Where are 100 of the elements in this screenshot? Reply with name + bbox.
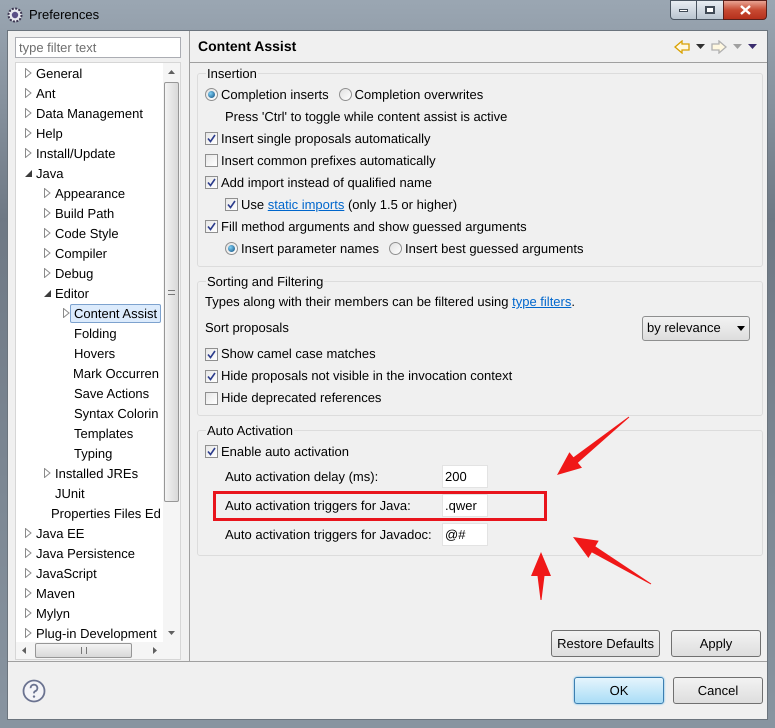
minimize-button[interactable] [670, 0, 697, 20]
checkbox[interactable] [205, 445, 218, 458]
cancel-button[interactable]: Cancel [673, 677, 763, 704]
radio-button[interactable] [338, 88, 352, 101]
expand-icon[interactable] [25, 608, 32, 618]
field-label: Auto activation delay (ms): [225, 468, 380, 486]
info-text: Types along with their members can be filtered using type filters. [205, 293, 575, 312]
maximize-button[interactable] [697, 0, 723, 20]
annotation-arrow [531, 552, 551, 600]
scroll-up-icon[interactable] [168, 70, 175, 74]
scrollbar[interactable] [16, 642, 180, 659]
expand-icon[interactable] [25, 68, 32, 78]
input-field[interactable]: 200 [442, 465, 488, 488]
checkbox-label: Hide deprecated references [221, 389, 382, 408]
expand-icon[interactable] [44, 228, 51, 238]
radio-label: Completion inserts [221, 86, 329, 104]
expand-icon[interactable] [44, 268, 51, 278]
expand-icon[interactable] [25, 148, 32, 158]
help-icon[interactable] [22, 678, 46, 702]
tree-item[interactable]: Debug [51, 264, 98, 282]
expand-icon[interactable] [25, 568, 32, 578]
tree-item[interactable]: Syntax Colorin [70, 404, 163, 422]
caret-icon[interactable] [696, 44, 705, 49]
radio-label: Insert parameter names [241, 240, 380, 258]
link[interactable]: type filters [512, 294, 572, 310]
radio-button[interactable] [225, 242, 238, 255]
tree-item[interactable]: Java [32, 164, 68, 182]
forward-icon[interactable] [711, 40, 727, 54]
checkbox[interactable] [205, 154, 218, 167]
page-title: Content Assist [198, 37, 296, 56]
expand-icon[interactable] [25, 588, 32, 598]
scroll-right-icon[interactable] [153, 647, 157, 654]
tree-item[interactable]: Mark Occurren [69, 364, 163, 382]
tree-item[interactable]: Templates [70, 424, 138, 442]
scrollbar[interactable] [163, 63, 180, 642]
tree-item[interactable]: Java EE [32, 524, 88, 542]
menu-icon[interactable] [748, 44, 757, 49]
expand-icon[interactable] [25, 88, 32, 98]
tree-item[interactable]: Save Actions [70, 384, 154, 402]
tree-item[interactable]: Mylyn [32, 604, 74, 622]
expand-icon[interactable] [25, 548, 32, 558]
radio-button[interactable] [389, 242, 402, 255]
tree-item[interactable]: Folding [70, 324, 121, 342]
checkbox[interactable] [205, 348, 218, 360]
tree-item[interactable]: Typing [70, 444, 116, 462]
expand-icon[interactable] [25, 628, 32, 638]
tree-item[interactable]: Appearance [51, 184, 130, 202]
tree-item[interactable]: Properties Files Ed [47, 504, 163, 522]
collapse-icon[interactable] [25, 170, 32, 176]
apply-button[interactable]: Apply [671, 630, 761, 657]
expand-icon[interactable] [44, 248, 51, 258]
checkbox[interactable] [205, 220, 218, 233]
radio-button[interactable] [205, 88, 218, 101]
checkbox[interactable] [205, 176, 218, 189]
tree-item[interactable]: Build Path [51, 204, 118, 222]
field-label: Auto activation triggers for Java: [225, 496, 412, 515]
expand-icon[interactable] [25, 528, 32, 538]
tree-item[interactable]: Hovers [70, 344, 120, 362]
tree-item[interactable]: Editor [51, 284, 93, 302]
checkbox[interactable] [205, 392, 218, 404]
expand-icon[interactable] [44, 468, 51, 478]
expand-icon[interactable] [25, 108, 32, 118]
tree-item[interactable]: General [32, 64, 86, 82]
tree-item[interactable]: Installed JREs [51, 464, 142, 482]
expand-icon[interactable] [25, 128, 32, 138]
scroll-left-icon[interactable] [22, 647, 26, 654]
checkbox-label: Show camel case matches [221, 345, 376, 364]
hint-text: Press 'Ctrl' to toggle while content assist is active [225, 108, 508, 126]
tree-item[interactable]: JavaScript [32, 564, 101, 582]
close-button[interactable] [723, 0, 767, 20]
collapse-icon[interactable] [44, 290, 51, 296]
checkbox[interactable] [225, 198, 238, 211]
ok-button[interactable]: OK [574, 677, 664, 704]
sort-dropdown[interactable]: by relevance [642, 316, 750, 340]
input-field[interactable]: @# [442, 523, 488, 546]
tree-item[interactable]: Compiler [51, 244, 112, 262]
expand-icon[interactable] [44, 188, 51, 198]
tree-item[interactable]: Maven [32, 584, 80, 602]
tree-item[interactable]: Content Assist [70, 304, 162, 322]
scroll-down-icon[interactable] [168, 631, 175, 635]
tree-item[interactable]: Data Management [32, 104, 147, 122]
tree-item[interactable]: Ant [32, 84, 60, 102]
radio-label: Insert best guessed arguments [405, 240, 584, 258]
window-title: Preferences [29, 6, 100, 24]
restore-defaults-button[interactable]: Restore Defaults [551, 630, 660, 657]
tree-item[interactable]: JUnit [51, 484, 89, 502]
checkbox[interactable] [205, 132, 218, 145]
tree-item[interactable]: Java Persistence [32, 544, 139, 562]
checkbox[interactable] [205, 370, 218, 382]
expand-icon[interactable] [44, 208, 51, 218]
filter-field[interactable]: type filter text [15, 37, 181, 58]
tree-item[interactable]: Install/Update [32, 144, 120, 162]
tree-item[interactable]: Help [32, 124, 67, 142]
sort-label: Sort proposals [205, 319, 289, 338]
link[interactable]: static imports [268, 196, 344, 212]
back-icon[interactable] [674, 40, 690, 54]
tree-item[interactable]: Code Style [51, 224, 123, 242]
input-field[interactable]: .qwer [442, 494, 488, 517]
checkbox-label: Use static imports (only 1.5 or higher) [241, 196, 458, 214]
tree-item[interactable]: Plug-in Development [32, 624, 161, 642]
